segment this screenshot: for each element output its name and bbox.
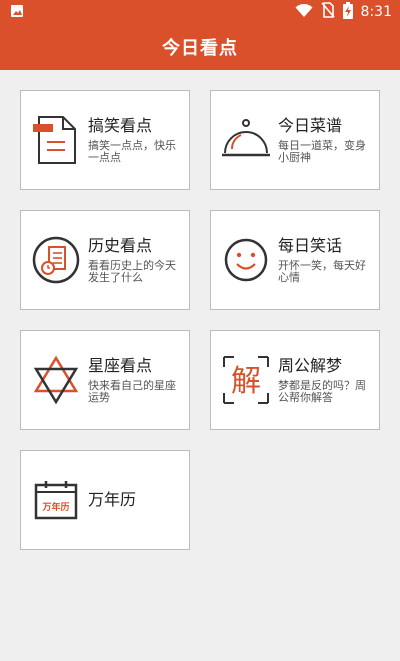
card-subtitle: 开怀一笑，每天好心情: [278, 259, 366, 284]
smiley-face-icon: [221, 235, 271, 285]
status-bar: 8:31: [0, 0, 400, 24]
star-of-david-icon: [31, 355, 81, 405]
recipe-card[interactable]: 今日菜谱 每日一道菜，变身小厨神: [210, 90, 380, 190]
wifi-icon: [295, 3, 313, 22]
page-title: 今日看点: [162, 38, 238, 59]
svg-text:解: 解: [231, 364, 261, 399]
horoscope-card[interactable]: 星座看点 快来看自己的星座运势: [20, 330, 190, 430]
funny-news-card[interactable]: 搞笑看点 搞笑一点点，快乐一点点: [20, 90, 190, 190]
food-cloche-icon: [221, 115, 271, 165]
dream-jie-character-icon: 解: [221, 355, 271, 405]
history-clock-document-icon: [31, 235, 81, 285]
status-time: 8:31: [360, 4, 392, 20]
funny-news-document-icon: [31, 115, 81, 165]
card-subtitle: 每日一道菜，变身小厨神: [278, 139, 366, 164]
card-title: 星座看点: [88, 356, 153, 375]
no-sim-icon: [320, 2, 335, 22]
card-title: 周公解梦: [278, 356, 343, 375]
card-title: 万年历: [88, 490, 137, 509]
jokes-card[interactable]: 每日笑话 开怀一笑，每天好心情: [210, 210, 380, 310]
card-subtitle: 看看历史上的今天发生了什么: [88, 259, 176, 284]
card-title: 每日笑话: [278, 236, 343, 255]
card-subtitle: 搞笑一点点，快乐一点点: [88, 139, 176, 164]
calendar-card[interactable]: 万年历 万年历: [20, 450, 190, 550]
battery-charging-icon: [342, 1, 353, 23]
history-card[interactable]: 历史看点 看看历史上的今天发生了什么: [20, 210, 190, 310]
image-icon: [10, 3, 24, 22]
card-title: 今日菜谱: [278, 116, 343, 135]
svg-text:万年历: 万年历: [41, 501, 69, 513]
app-bar: 今日看点: [0, 24, 400, 70]
card-title: 历史看点: [88, 236, 153, 255]
calendar-icon: 万年历: [31, 475, 81, 525]
card-subtitle: 梦都是反的吗？周公帮你解答: [278, 379, 366, 404]
dream-card[interactable]: 解 周公解梦 梦都是反的吗？周公帮你解答: [210, 330, 380, 430]
card-subtitle: 快来看自己的星座运势: [88, 379, 176, 404]
card-title: 搞笑看点: [88, 116, 153, 135]
